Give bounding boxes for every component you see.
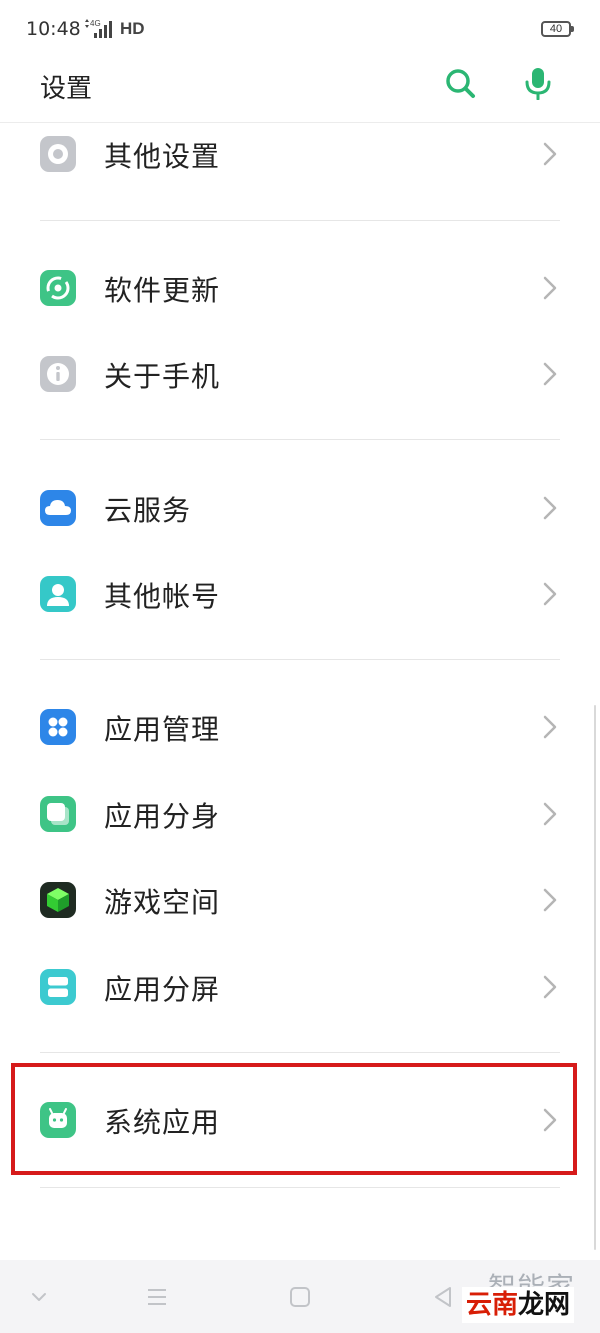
- chevron-right-icon: [543, 582, 557, 606]
- settings-item-label: 应用管理: [104, 713, 221, 746]
- split-screen-icon: [40, 969, 76, 1005]
- section-divider: [40, 1187, 560, 1188]
- down-arrow-icon[interactable]: [24, 1282, 54, 1312]
- game-space-icon: [40, 882, 76, 918]
- settings-item-app-management[interactable]: 应用管理: [0, 684, 600, 770]
- back-icon[interactable]: [428, 1282, 458, 1312]
- section-divider: [40, 439, 560, 440]
- chevron-right-icon: [543, 888, 557, 912]
- settings-item-game-space[interactable]: 游戏空间: [0, 857, 600, 943]
- scrollbar[interactable]: [594, 705, 596, 1250]
- page-title: 设置: [40, 74, 93, 104]
- settings-item-about-phone[interactable]: 关于手机: [0, 331, 600, 417]
- settings-item-label: 云服务: [104, 494, 192, 527]
- watermark-red-text: 云南: [466, 1290, 519, 1320]
- menu-icon[interactable]: [142, 1282, 172, 1312]
- account-icon: [40, 576, 76, 612]
- settings-item-other-settings[interactable]: 其他设置: [0, 111, 600, 197]
- network-type: 4G: [90, 19, 101, 28]
- section-divider: [40, 220, 560, 221]
- settings-item-label: 应用分屏: [104, 973, 221, 1006]
- signal-icon: 4G: [84, 18, 118, 40]
- settings-item-software-update[interactable]: 软件更新: [0, 245, 600, 331]
- status-bar: 10:48 4G HD 40: [0, 0, 600, 60]
- chevron-right-icon: [543, 142, 557, 166]
- info-icon: [40, 356, 76, 392]
- settings-item-label: 其他设置: [104, 140, 221, 173]
- hd-indicator: HD: [120, 19, 145, 38]
- section-divider: [40, 1052, 560, 1053]
- settings-item-split-screen[interactable]: 应用分屏: [0, 944, 600, 1030]
- chevron-right-icon: [543, 715, 557, 739]
- settings-item-label: 关于手机: [104, 360, 221, 393]
- battery-level: 40: [549, 23, 563, 35]
- status-time: 10:48: [26, 18, 81, 40]
- settings-item-cloud-service[interactable]: 云服务: [0, 465, 600, 551]
- chevron-right-icon: [543, 362, 557, 386]
- chevron-right-icon: [543, 496, 557, 520]
- chevron-right-icon: [543, 276, 557, 300]
- section-divider: [40, 659, 560, 660]
- settings-icon: [40, 136, 76, 172]
- search-icon[interactable]: [443, 66, 477, 100]
- highlight-box: [11, 1063, 577, 1175]
- mic-icon[interactable]: [521, 66, 555, 101]
- chevron-right-icon: [543, 802, 557, 826]
- settings-item-label: 软件更新: [104, 274, 221, 307]
- battery-icon: 40: [541, 21, 574, 37]
- settings-item-label: 游戏空间: [104, 886, 221, 919]
- app-clone-icon: [40, 796, 76, 832]
- settings-item-other-accounts[interactable]: 其他帐号: [0, 551, 600, 637]
- update-icon: [40, 270, 76, 306]
- watermark-logo: 云南龙网: [462, 1287, 575, 1323]
- home-icon[interactable]: [285, 1282, 315, 1312]
- chevron-right-icon: [543, 975, 557, 999]
- settings-item-app-clone[interactable]: 应用分身: [0, 771, 600, 857]
- app-management-icon: [40, 709, 76, 745]
- settings-item-label: 其他帐号: [104, 580, 221, 613]
- cloud-icon: [40, 490, 76, 526]
- settings-item-label: 应用分身: [104, 800, 221, 833]
- watermark-dark-text: 龙网: [518, 1290, 571, 1320]
